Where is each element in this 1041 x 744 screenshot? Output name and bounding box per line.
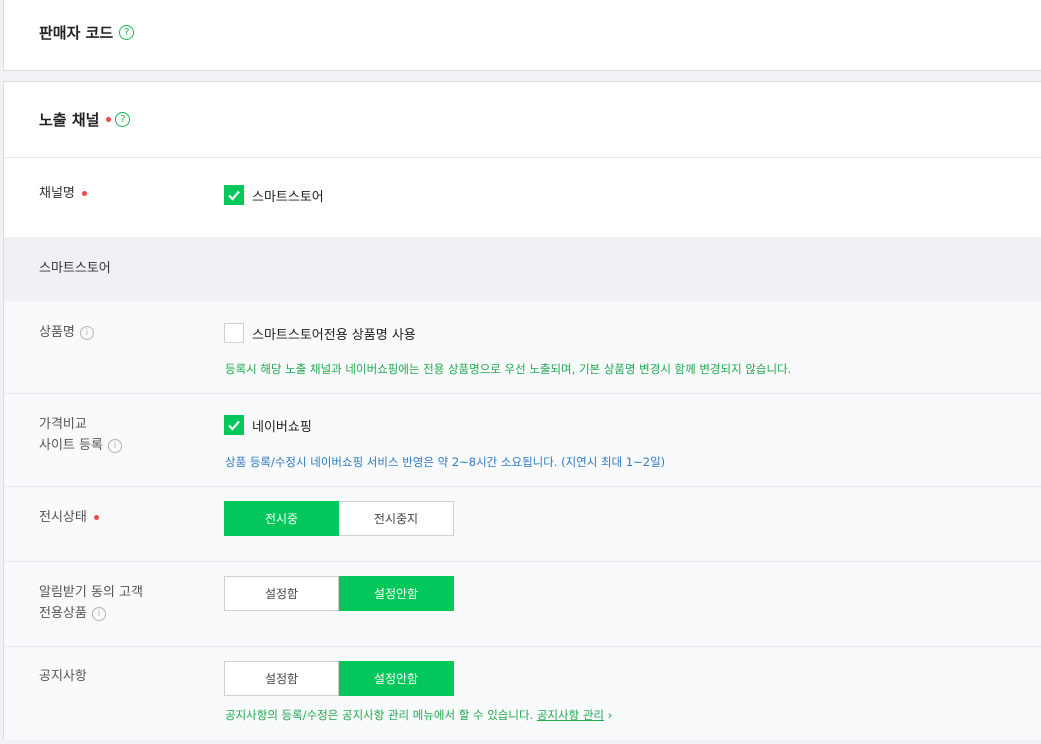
notice-hint: 공지사항의 등록/수정은 공지사항 관리 메뉴에서 할 수 있습니다. xyxy=(225,708,534,722)
notify-set-button[interactable]: 설정함 xyxy=(224,576,339,611)
required-dot xyxy=(81,191,87,196)
notify-exclusive-label-line1: 알림받기 동의 고객 xyxy=(39,585,143,600)
info-icon[interactable]: i xyxy=(107,438,122,453)
price-compare-label-line2: 사이트 등록 xyxy=(39,438,103,453)
display-off-button[interactable]: 전시중지 xyxy=(339,501,454,536)
check-icon xyxy=(228,420,240,431)
chevron-right-icon[interactable]: › xyxy=(608,708,613,722)
notify-exclusive-label-line2-row: 전용상품 i xyxy=(39,604,106,624)
divider xyxy=(4,561,1041,562)
display-on-button[interactable]: 전시중 xyxy=(224,501,339,536)
smartstore-channel-checkbox-label[interactable]: 스마트스토어 xyxy=(252,186,324,205)
smartstore-subsection-header: 스마트스토어 xyxy=(4,237,1041,301)
notice-set-button[interactable]: 설정함 xyxy=(224,661,339,696)
notify-exclusive-toggle: 설정함 설정안함 xyxy=(224,576,454,611)
channel-name-label-row: 채널명 xyxy=(39,184,87,204)
divider xyxy=(4,486,1041,487)
divider xyxy=(4,393,1041,394)
required-dot xyxy=(106,117,112,122)
divider xyxy=(4,157,1041,158)
exposure-channel-panel: 노출 채널 ? 채널명 스마트스토어 스마트스토어 상품명 i 스마트스토어전용 … xyxy=(3,81,1041,740)
naver-shopping-checkbox-label[interactable]: 네이버쇼핑 xyxy=(252,416,312,435)
notice-manage-link[interactable]: 공지사항 관리 xyxy=(537,708,604,722)
notice-hint-row: 공지사항의 등록/수정은 공지사항 관리 메뉴에서 할 수 있습니다. 공지사항… xyxy=(225,707,612,723)
info-icon[interactable]: i xyxy=(91,606,106,621)
divider xyxy=(4,646,1041,647)
product-name-label-row: 상품명 i xyxy=(39,323,94,343)
price-compare-hint: 상품 등록/수정시 네이버쇼핑 서비스 반영은 약 2~8시간 소요됩니다. (… xyxy=(225,455,666,469)
notify-unset-button[interactable]: 설정안함 xyxy=(339,576,454,611)
seller-code-title: 판매자 코드 xyxy=(39,24,114,42)
notice-toggle: 설정함 설정안함 xyxy=(224,661,454,696)
naver-shopping-checkbox[interactable] xyxy=(224,415,244,435)
exclusive-product-name-checkbox-label[interactable]: 스마트스토어전용 상품명 사용 xyxy=(252,324,416,343)
display-status-toggle: 전시중 전시중지 xyxy=(224,501,454,536)
required-dot xyxy=(93,515,99,520)
help-icon[interactable]: ? xyxy=(115,112,131,127)
price-compare-label-line2-row: 사이트 등록 i xyxy=(39,436,122,456)
exposure-channel-title-row: 노출 채널 ? xyxy=(39,109,131,130)
exposure-channel-title: 노출 채널 xyxy=(39,111,100,129)
display-status-label-row: 전시상태 xyxy=(39,508,99,528)
channel-name-label: 채널명 xyxy=(39,186,75,201)
smartstore-channel-checkbox[interactable] xyxy=(224,185,244,205)
seller-code-title-row: 판매자 코드 ? xyxy=(39,22,135,43)
exclusive-product-name-checkbox[interactable] xyxy=(224,323,244,343)
notice-label: 공지사항 xyxy=(39,669,87,684)
product-name-hint: 등록시 해당 노출 채널과 네이버쇼핑에는 전용 상품명으로 우선 노출되며, … xyxy=(225,362,792,376)
notice-unset-button[interactable]: 설정안함 xyxy=(339,661,454,696)
help-icon[interactable]: ? xyxy=(119,25,135,40)
product-name-label: 상품명 xyxy=(39,325,75,340)
price-compare-label-line1: 가격비교 xyxy=(39,417,87,432)
notify-exclusive-label-line2: 전용상품 xyxy=(39,606,87,621)
info-icon[interactable]: i xyxy=(79,325,94,340)
smartstore-subsection-body: 상품명 i 스마트스토어전용 상품명 사용 등록시 해당 노출 채널과 네이버쇼핑… xyxy=(4,301,1041,740)
seller-code-panel: 판매자 코드 ? xyxy=(3,0,1041,71)
check-icon xyxy=(228,190,240,201)
display-status-label: 전시상태 xyxy=(39,510,87,525)
